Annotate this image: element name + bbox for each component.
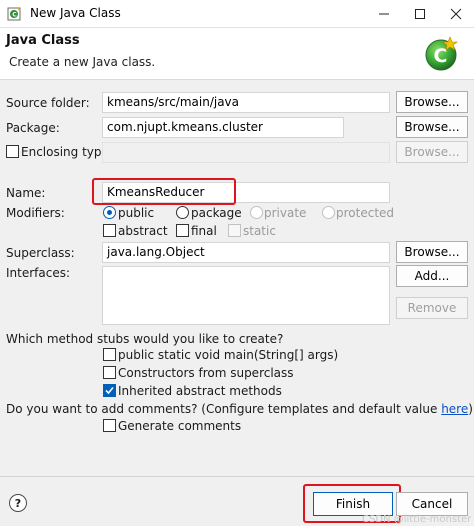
- stub-inherited-label: Inherited abstract methods: [118, 384, 282, 398]
- enclosing-type-browse-button[interactable]: Browse...: [396, 141, 468, 163]
- checkmark-icon: [105, 386, 114, 395]
- svg-text:C: C: [434, 45, 448, 67]
- modifier-protected-radio[interactable]: [322, 206, 335, 219]
- interfaces-remove-button[interactable]: Remove: [396, 297, 468, 319]
- modifier-package-radio[interactable]: [176, 206, 189, 219]
- minimize-button[interactable]: [366, 0, 402, 28]
- modifier-final-checkbox[interactable]: [176, 224, 189, 237]
- interfaces-add-button[interactable]: Add...: [396, 265, 468, 287]
- interfaces-label: Interfaces:: [6, 266, 71, 280]
- comments-question: Do you want to add comments? (Configure …: [6, 401, 473, 417]
- enclosing-type-checkbox[interactable]: [6, 145, 19, 158]
- enclosing-type-label: Enclosing type:: [21, 145, 113, 159]
- configure-templates-link[interactable]: here: [441, 402, 468, 416]
- footer-separator: [0, 476, 474, 477]
- modifier-protected-label: protected: [336, 206, 395, 220]
- modifier-public-radio[interactable]: [103, 206, 116, 219]
- help-icon: ?: [14, 496, 22, 510]
- comments-question-text: Do you want to add comments? (Configure …: [6, 402, 442, 416]
- modifier-abstract-checkbox[interactable]: [103, 224, 116, 237]
- source-folder-field[interactable]: kmeans/src/main/java: [102, 92, 390, 113]
- cancel-button[interactable]: Cancel: [396, 492, 468, 516]
- modifier-abstract-label: abstract: [118, 224, 168, 238]
- window-title: New Java Class: [30, 6, 121, 20]
- close-icon: [450, 8, 462, 20]
- modifier-private-label: private: [264, 206, 307, 220]
- new-class-wizard-icon: C: [425, 36, 458, 71]
- watermark: CSDN @little-monster: [362, 514, 472, 525]
- method-stubs-question: Which method stubs would you like to cre…: [6, 332, 284, 346]
- package-field[interactable]: com.njupt.kmeans.cluster: [102, 117, 344, 138]
- modifier-static-checkbox[interactable]: [228, 224, 241, 237]
- interfaces-list[interactable]: [102, 266, 390, 325]
- maximize-button[interactable]: [402, 0, 438, 28]
- minimize-icon: [379, 13, 389, 15]
- stub-constructors-checkbox[interactable]: [103, 366, 116, 379]
- source-folder-browse-button[interactable]: Browse...: [396, 91, 468, 113]
- stub-main-label: public static void main(String[] args): [118, 348, 339, 362]
- modifier-final-label: final: [191, 224, 217, 238]
- modifier-public-label: public: [118, 206, 155, 220]
- header-description: Create a new Java class.: [9, 55, 156, 69]
- help-button[interactable]: ?: [9, 494, 27, 512]
- header-title: Java Class: [6, 33, 80, 48]
- source-folder-label: Source folder:: [6, 96, 90, 110]
- stub-constructors-label: Constructors from superclass: [118, 366, 294, 380]
- name-field-highlight: [92, 178, 236, 205]
- stub-main-checkbox[interactable]: [103, 348, 116, 361]
- superclass-field[interactable]: java.lang.Object: [102, 242, 390, 263]
- package-label: Package:: [6, 121, 60, 135]
- generate-comments-label: Generate comments: [118, 419, 242, 433]
- generate-comments-checkbox[interactable]: [103, 419, 116, 432]
- svg-text:C: C: [12, 12, 17, 19]
- comments-question-end: ): [468, 402, 473, 416]
- maximize-icon: [415, 9, 425, 19]
- modifier-static-label: static: [243, 224, 276, 238]
- name-label: Name:: [6, 186, 46, 200]
- superclass-label: Superclass:: [6, 246, 75, 260]
- stub-inherited-checkbox[interactable]: [103, 384, 116, 397]
- enclosing-type-field[interactable]: [102, 142, 390, 163]
- superclass-browse-button[interactable]: Browse...: [396, 241, 468, 263]
- modifiers-label: Modifiers:: [6, 206, 65, 220]
- close-button[interactable]: [438, 0, 474, 28]
- package-browse-button[interactable]: Browse...: [396, 116, 468, 138]
- java-class-icon: C: [7, 7, 21, 21]
- modifier-private-radio[interactable]: [250, 206, 263, 219]
- modifier-package-label: package: [191, 206, 242, 220]
